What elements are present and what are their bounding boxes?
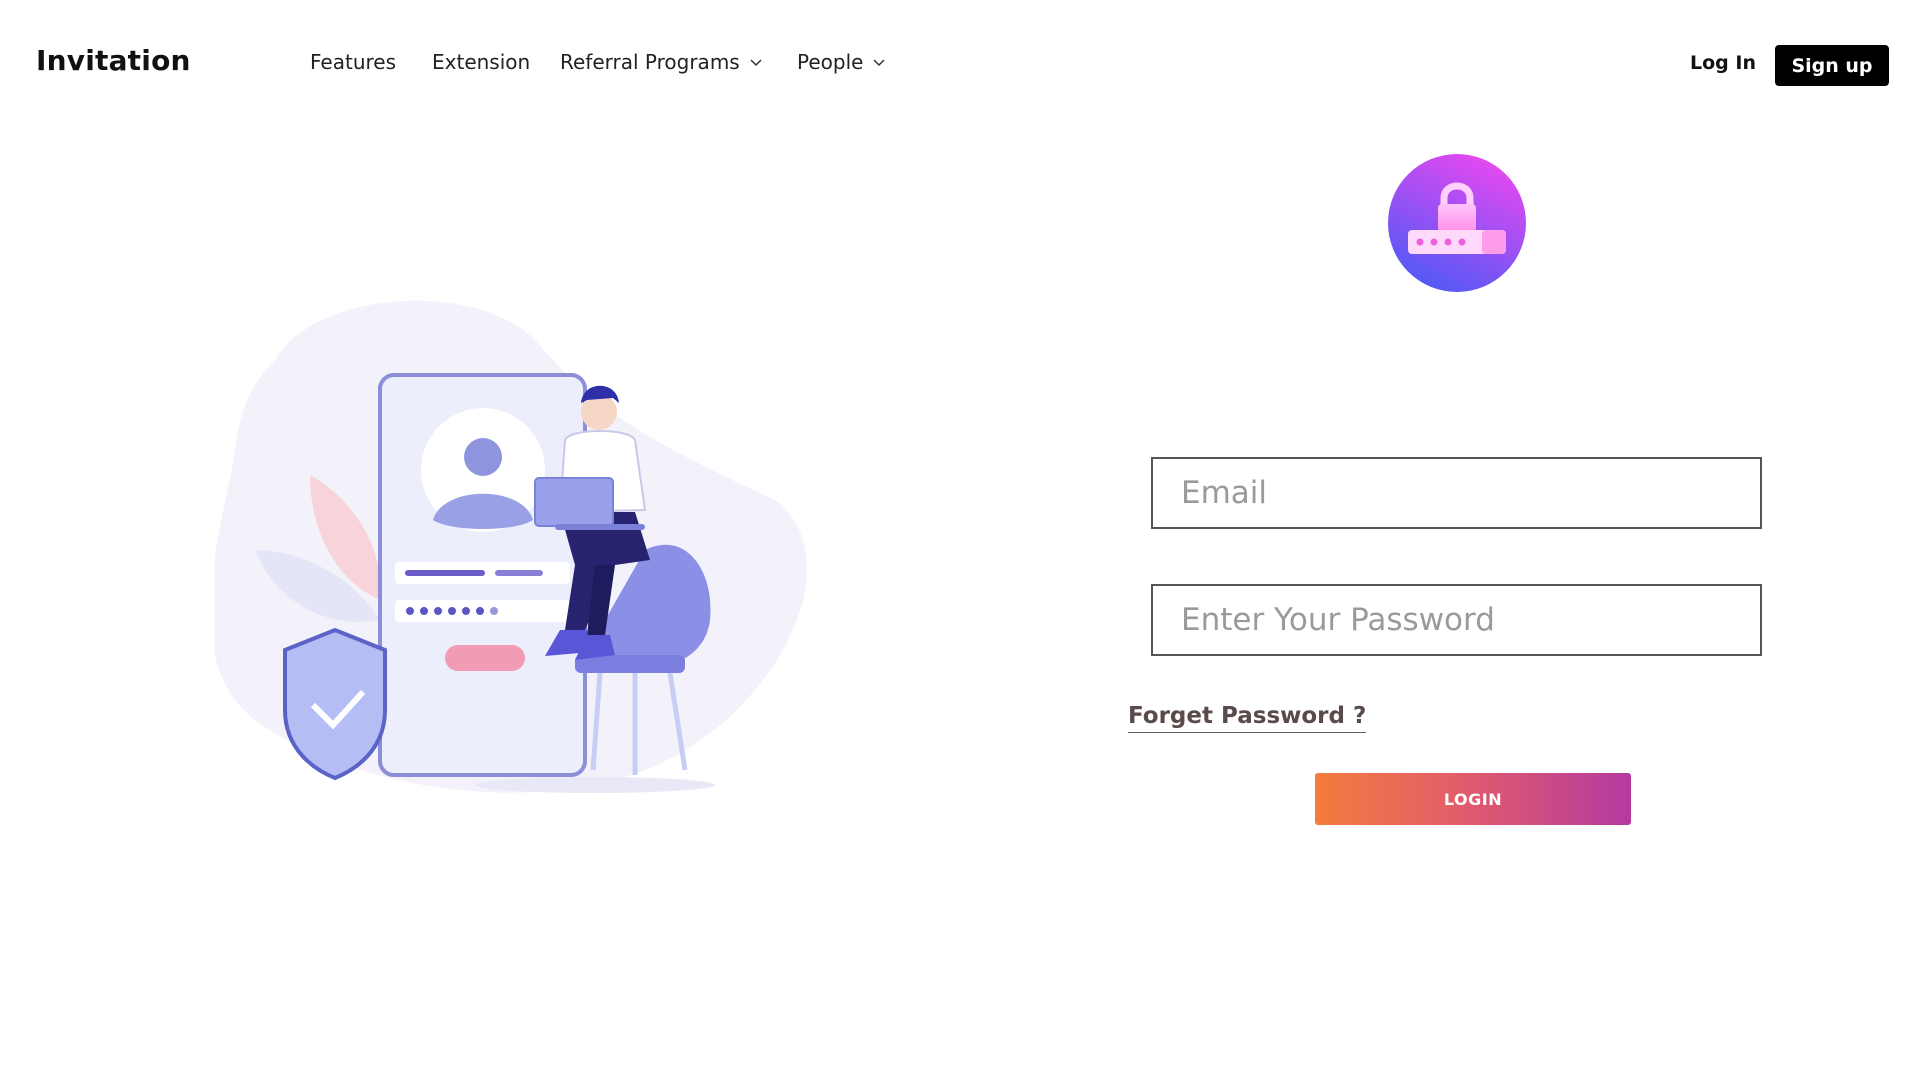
forgot-password-link[interactable]: Forget Password ?	[1128, 703, 1367, 733]
login-button[interactable]: LOGIN	[1315, 773, 1631, 825]
lock-password-icon	[1388, 154, 1526, 292]
brand-logo[interactable]: Invitation	[36, 44, 191, 77]
nav-features-label: Features	[310, 50, 396, 74]
email-field[interactable]	[1151, 457, 1762, 529]
login-illustration	[215, 300, 807, 793]
signup-button[interactable]: Sign up	[1775, 45, 1889, 86]
password-field[interactable]	[1151, 584, 1762, 656]
nav-referral-programs-label: Referral Programs	[560, 50, 740, 74]
nav-referral-programs[interactable]: Referral Programs	[560, 50, 764, 74]
nav-people-label: People	[797, 50, 864, 74]
nav-people[interactable]: People	[797, 50, 887, 74]
nav-extension-label: Extension	[432, 50, 531, 74]
header-login-link[interactable]: Log In	[1690, 52, 1756, 74]
signup-button-label: Sign up	[1791, 54, 1873, 77]
nav-features[interactable]: Features	[310, 50, 396, 74]
nav-extension[interactable]: Extension	[432, 50, 530, 74]
chevron-down-icon	[750, 59, 762, 67]
chevron-down-icon	[873, 59, 885, 67]
login-button-label: LOGIN	[1443, 789, 1503, 809]
